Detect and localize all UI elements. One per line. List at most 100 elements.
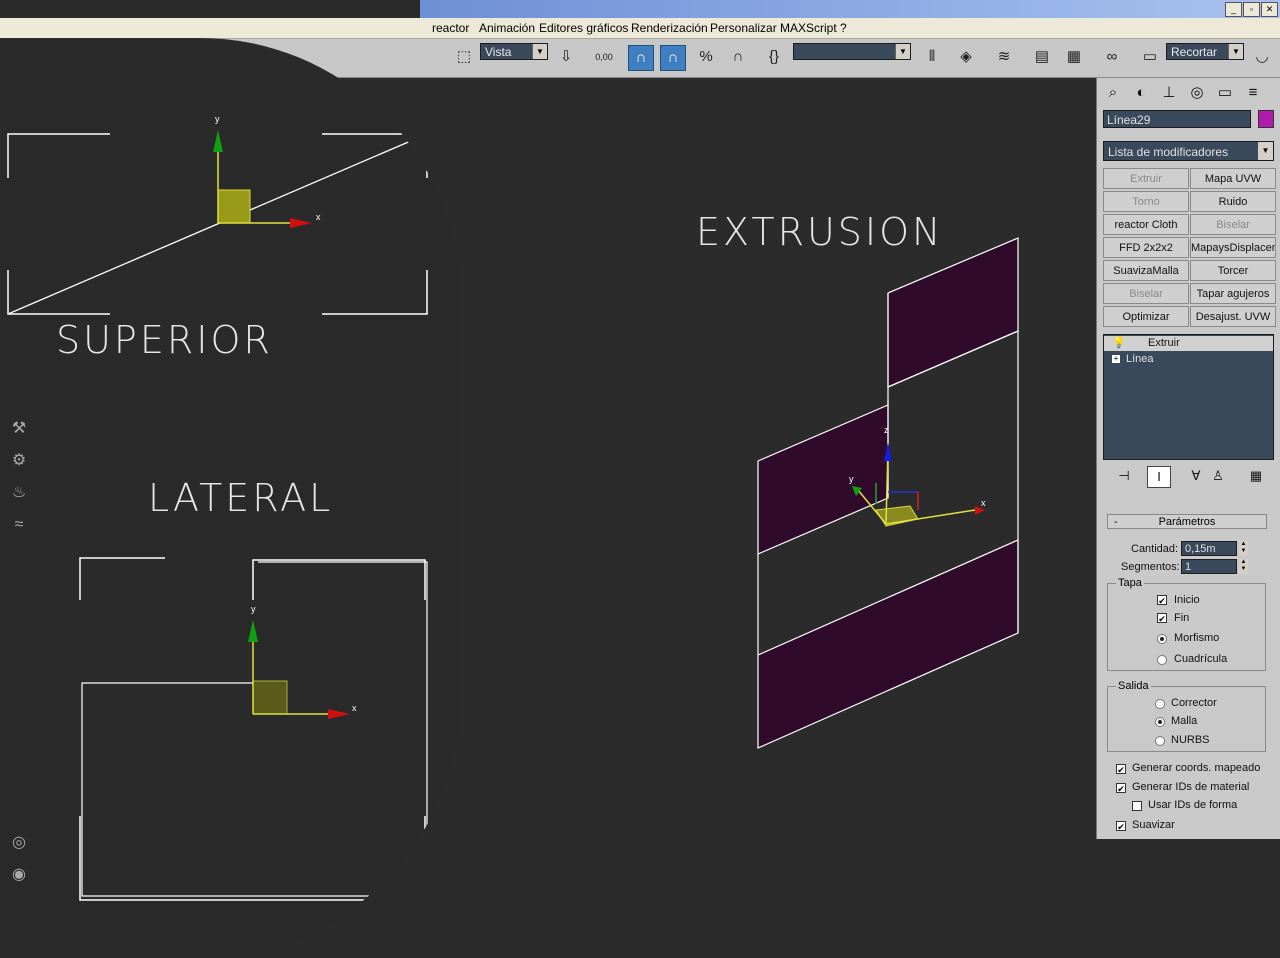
object-color-swatch[interactable] xyxy=(1258,110,1274,128)
align-icon[interactable]: ◈ xyxy=(954,45,978,69)
render-type-value: Recortar xyxy=(1171,45,1218,59)
render-type-select[interactable]: Recortar ▼ xyxy=(1166,43,1244,60)
nurbs-radio[interactable] xyxy=(1155,736,1165,746)
display-tab-icon[interactable]: ▭ xyxy=(1213,82,1237,104)
parametros-rollout[interactable]: - Parámetros xyxy=(1107,514,1267,529)
menu-reactor[interactable]: reactor xyxy=(432,21,469,35)
modifier-button[interactable]: Torno xyxy=(1103,191,1189,212)
stack-item-extruir[interactable]: 💡 Extruir xyxy=(1104,336,1273,351)
modifier-button[interactable]: Biselar xyxy=(1190,214,1276,235)
pivot-center-icon[interactable]: ⇩ xyxy=(554,45,578,69)
layer-manager-icon[interactable]: ≋ xyxy=(992,45,1016,69)
render-setup-icon[interactable]: ▭ xyxy=(1138,45,1162,69)
render-icon[interactable]: ◉ xyxy=(8,864,30,886)
material-editor-icon[interactable]: ∞ xyxy=(1100,45,1124,69)
restore-button[interactable]: ▫ xyxy=(1243,2,1260,17)
menu-renderizacion[interactable]: Renderización xyxy=(631,21,708,35)
hierarchy-tab-icon[interactable]: ⊥ xyxy=(1157,82,1181,104)
menu-editores-graficos[interactable]: Editores gráficos xyxy=(539,21,628,35)
morfismo-radio[interactable] xyxy=(1157,634,1167,644)
configure-sets-icon[interactable]: ▦ xyxy=(1245,466,1267,486)
modifier-button[interactable]: Desajust. UVW xyxy=(1190,306,1276,327)
motion-tab-icon[interactable]: ◎ xyxy=(1185,82,1209,104)
snap-3d-icon[interactable]: ∩ xyxy=(628,45,654,71)
menu-personalizar[interactable]: Personalizar xyxy=(710,21,777,35)
usar-ids-checkbox[interactable] xyxy=(1132,801,1142,811)
cantidad-input[interactable]: 0,15m xyxy=(1181,541,1237,556)
modifier-stack[interactable]: 💡 Extruir + Línea xyxy=(1103,334,1274,460)
superior-label: SUPERIOR xyxy=(56,318,273,362)
cloth-icon[interactable]: ≈ xyxy=(8,514,30,536)
collapse-icon[interactable]: - xyxy=(1114,515,1118,529)
spinner-snap-icon[interactable]: ∩ xyxy=(726,45,750,69)
teapot-icon[interactable]: ♨ xyxy=(8,482,30,504)
cantidad-spinner-icon[interactable]: ▲ ▼ xyxy=(1239,541,1248,556)
modifier-button[interactable]: Tapar agujeros xyxy=(1190,283,1276,304)
bottom-face xyxy=(757,539,1019,749)
percent-snap-icon[interactable]: % xyxy=(694,45,718,69)
angle-snap-icon[interactable]: ∩ xyxy=(660,45,686,71)
generar-ids-checkbox[interactable]: ✔ xyxy=(1116,783,1126,794)
modifier-button[interactable]: FFD 2x2x2 xyxy=(1103,237,1189,258)
minimize-button[interactable]: _ xyxy=(1225,2,1242,17)
pin-stack-icon[interactable]: ⊣ xyxy=(1113,466,1135,486)
stack-item-linea[interactable]: + Línea xyxy=(1104,352,1273,367)
schematic-view-icon[interactable]: ▦ xyxy=(1062,45,1086,69)
segmentos-spinner-icon[interactable]: ▲ ▼ xyxy=(1239,559,1248,574)
chevron-down-icon: ▼ xyxy=(895,44,910,59)
suavizar-checkbox[interactable]: ✔ xyxy=(1116,821,1126,832)
expand-icon[interactable]: + xyxy=(1112,355,1120,363)
menu-help[interactable]: ? xyxy=(840,21,847,35)
corrector-radio[interactable] xyxy=(1155,699,1165,709)
edit-named-selection-icon[interactable]: {} xyxy=(762,45,786,69)
show-end-result-icon[interactable]: I xyxy=(1147,466,1171,488)
salida-title: Salida xyxy=(1116,680,1151,692)
fin-checkbox[interactable]: ✔ xyxy=(1157,613,1167,624)
modifier-button[interactable]: Ruido xyxy=(1190,191,1276,212)
snap-value-icon[interactable]: 0,00 xyxy=(592,45,616,69)
object-name-input[interactable]: Línea29 xyxy=(1103,110,1251,128)
top-gizmo-plane xyxy=(217,189,251,224)
modifier-button[interactable]: Extruir xyxy=(1103,168,1189,189)
hammer-icon[interactable]: ⚒ xyxy=(8,418,30,440)
modifier-button[interactable]: SuavizaMalla xyxy=(1103,260,1189,281)
viewport-area[interactable]: x y z EXTRUSION x y x y SUPERIOR LATERAL… xyxy=(0,38,1096,958)
modifier-button[interactable]: Biselar xyxy=(1103,283,1189,304)
menu-maxscript[interactable]: MAXScript xyxy=(780,21,837,35)
make-unique-icon[interactable]: ∀ xyxy=(1185,466,1207,486)
malla-radio[interactable] xyxy=(1155,717,1165,727)
suavizar-label: Suavizar xyxy=(1132,819,1175,831)
svg-text:x: x xyxy=(352,703,357,713)
close-button[interactable]: ✕ xyxy=(1261,2,1278,17)
modify-tab-icon[interactable]: ◐ xyxy=(1129,82,1153,104)
lightbulb-icon[interactable]: 💡 xyxy=(1112,336,1126,351)
material-icon[interactable]: ◎ xyxy=(8,832,30,854)
utilities-tab-icon[interactable]: ≡ xyxy=(1241,82,1265,104)
title-bar: _ ▫ ✕ xyxy=(420,0,1280,18)
segmentos-input[interactable]: 1 xyxy=(1181,559,1237,574)
quick-render-icon[interactable]: ◡ xyxy=(1250,45,1274,69)
modifier-list-select[interactable]: Lista de modificadores ▼ xyxy=(1103,141,1274,161)
modifier-button[interactable]: Torcer xyxy=(1190,260,1276,281)
reference-coord-select[interactable]: Vista ▼ xyxy=(480,43,548,60)
curve-editor-icon[interactable]: ▤ xyxy=(1030,45,1054,69)
modifier-button[interactable]: Optimizar xyxy=(1103,306,1189,327)
modifier-button[interactable]: reactor Cloth xyxy=(1103,214,1189,235)
cuadricula-radio[interactable] xyxy=(1157,655,1167,665)
named-selection-select[interactable]: ▼ xyxy=(793,43,911,60)
create-tab-icon[interactable]: ⌕ xyxy=(1101,82,1125,104)
modifier-button[interactable]: MapaysDisplacementM xyxy=(1190,237,1276,258)
gear-icon[interactable]: ⚙ xyxy=(8,450,30,472)
remove-modifier-icon[interactable]: ♙ xyxy=(1207,466,1229,486)
menu-animacion[interactable]: Animación xyxy=(479,21,535,35)
menu-bar: reactor Animación Editores gráficos Rend… xyxy=(0,18,1280,39)
inicio-checkbox[interactable]: ✔ xyxy=(1157,595,1167,606)
lateral-label: LATERAL xyxy=(148,476,334,520)
mirror-icon[interactable]: ⫴ xyxy=(920,45,944,69)
svg-text:y: y xyxy=(215,114,220,124)
svg-text:x: x xyxy=(316,212,321,222)
extruded-shape[interactable] xyxy=(757,237,1019,749)
generar-coords-checkbox[interactable]: ✔ xyxy=(1116,764,1126,775)
extrusion-label: EXTRUSION xyxy=(696,210,944,254)
modifier-button[interactable]: Mapa UVW xyxy=(1190,168,1276,189)
